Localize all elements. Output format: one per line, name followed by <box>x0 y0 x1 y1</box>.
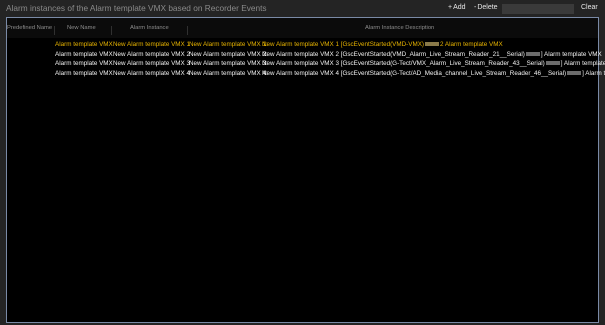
cell-new-name: New Alarm template VMX 1 <box>113 41 190 48</box>
table-row[interactable]: Alarm template VMX New Alarm template VMX… <box>7 69 605 78</box>
description-text-start: New Alarm template VMX 3 [GscEventStarte… <box>262 60 545 67</box>
cell-alarm-instance: New Alarm template VMX 1: <box>189 41 268 48</box>
cell-new-name: New Alarm template VMX 2 <box>113 50 190 58</box>
description-text-end: ] Alarm template VMX <box>560 60 605 67</box>
cell-alarm-instance-description: New Alarm template VMX 2 [GscEventStarte… <box>262 50 605 59</box>
header-alarm-instance[interactable]: Alarm Instance <box>130 25 169 31</box>
alarm-instances-table: Predefined Name New Name Alarm Instance … <box>6 17 605 323</box>
table-row[interactable]: Alarm template VMX New Alarm template VMX… <box>7 59 605 68</box>
cell-alarm-instance: New Alarm template VMX 4: <box>189 69 268 77</box>
redacted-block <box>567 70 582 75</box>
cell-new-name: New Alarm template VMX 3 <box>113 60 190 67</box>
description-text-start: New Alarm template VMX 2 [GscEventStarte… <box>262 50 525 58</box>
add-button[interactable]: +Add <box>448 4 466 11</box>
delete-button[interactable]: -Delete <box>474 4 498 11</box>
cell-alarm-instance: New Alarm template VMX 2: <box>189 50 268 58</box>
cell-predefined-name: Alarm template VMX <box>55 50 113 58</box>
redacted-block <box>545 61 560 66</box>
description-text-end: 2 Alarm template VMX <box>440 41 503 48</box>
cell-predefined-name: Alarm template VMX <box>55 60 113 67</box>
minus-icon: - <box>474 4 477 11</box>
window-title: Alarm instances of the Alarm template VM… <box>6 3 267 13</box>
plus-icon: + <box>448 4 453 11</box>
search-input[interactable] <box>502 4 574 14</box>
add-button-label: Add <box>453 4 466 11</box>
cell-alarm-instance: New Alarm template VMX 3: <box>189 60 268 67</box>
cell-alarm-instance-description: New Alarm template VMX 1 [GscEventStarte… <box>262 40 605 49</box>
description-text-start: New Alarm template VMX 4 [GscEventStarte… <box>262 69 567 77</box>
cell-alarm-instance-description: New Alarm template VMX 3 [GscEventStarte… <box>262 59 605 68</box>
column-separator[interactable] <box>54 26 55 35</box>
cell-predefined-name: Alarm template VMX <box>55 69 113 77</box>
table-header: Predefined Name New Name Alarm Instance … <box>7 18 598 38</box>
redacted-block <box>425 42 440 47</box>
description-text-start: New Alarm template VMX 1 [GscEventStarte… <box>262 41 425 48</box>
column-separator[interactable] <box>187 26 188 35</box>
clear-button[interactable]: Clear <box>581 4 598 11</box>
title-bar: Alarm instances of the Alarm template VM… <box>0 0 605 17</box>
header-alarm-instance-description[interactable]: Alarm Instance Description <box>365 25 434 31</box>
cell-new-name: New Alarm template VMX 4 <box>113 69 190 77</box>
header-predefined-name[interactable]: Predefined Name <box>7 25 52 31</box>
table-row[interactable]: Alarm template VMX New Alarm template VMX… <box>7 50 602 59</box>
delete-button-label: Delete <box>477 4 498 11</box>
description-text-end: ] Alarm template VMX <box>540 50 602 58</box>
cell-alarm-instance-description: New Alarm template VMX 4 [GscEventStarte… <box>262 69 605 78</box>
description-text-end: ] Alarm template VMX <box>582 69 605 77</box>
cell-predefined-name: Alarm template VMX <box>55 41 113 48</box>
table-row[interactable]: Alarm template VMX New Alarm template VMX… <box>7 40 598 49</box>
column-separator[interactable] <box>111 26 112 35</box>
header-new-name[interactable]: New Name <box>67 25 96 31</box>
redacted-block <box>525 51 540 56</box>
